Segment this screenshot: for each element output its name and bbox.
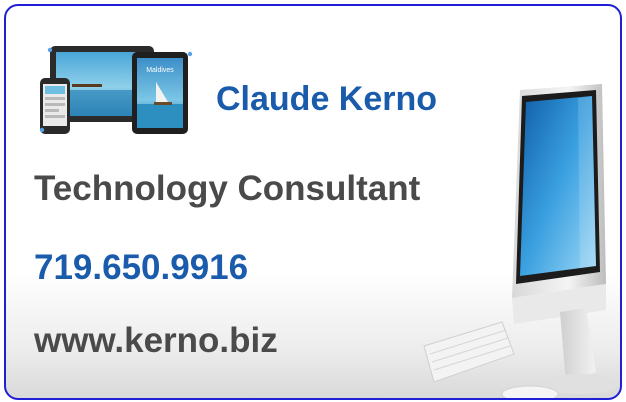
- job-title: Technology Consultant: [34, 169, 421, 208]
- imac-computer-icon: [423, 84, 618, 398]
- phone-number: 719.650.9916: [34, 248, 249, 287]
- contact-name: Claude Kerno: [216, 80, 438, 118]
- tablet-phone-devices-icon: Maldives: [39, 46, 193, 134]
- tablet-caption: Maldives: [146, 67, 174, 74]
- website: www.kerno.biz: [34, 321, 278, 360]
- business-card: Maldives Claude Kerno Technology Consult…: [4, 4, 622, 400]
